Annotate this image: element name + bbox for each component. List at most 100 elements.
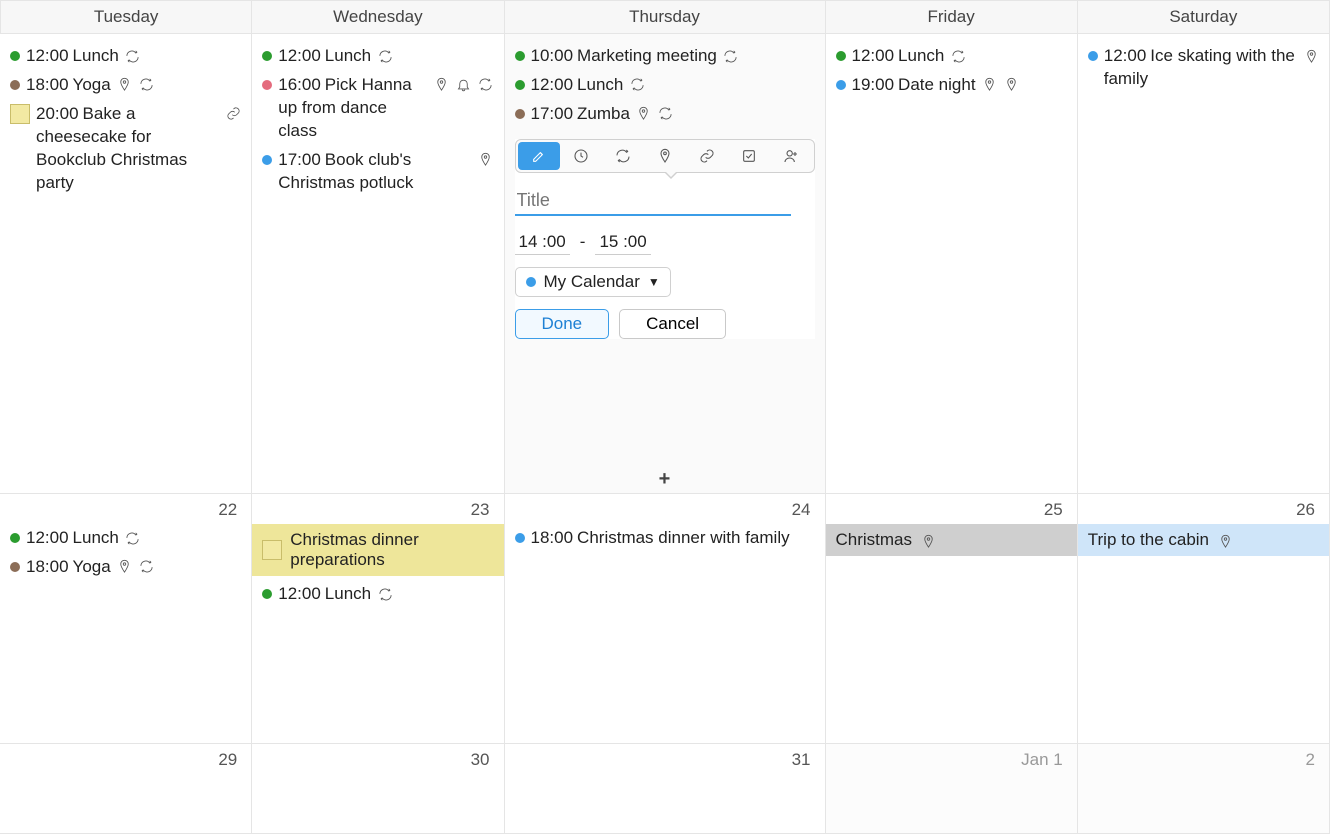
day-cell[interactable]: Jan 1 xyxy=(826,744,1078,834)
repeat-icon xyxy=(377,48,393,64)
day-cell[interactable]: 30 xyxy=(252,744,504,834)
pin-icon xyxy=(1004,77,1020,93)
day-cell[interactable]: 12:00Lunch 16:00Pick Hanna up from dance … xyxy=(252,34,504,494)
event-title-input[interactable] xyxy=(515,187,791,216)
event-text: 10:00Marketing meeting xyxy=(531,45,717,68)
event-dot-icon xyxy=(10,51,20,61)
repeat-icon xyxy=(658,106,674,122)
day-cell[interactable]: 26Trip to the cabin xyxy=(1078,494,1330,744)
repeat-icon xyxy=(723,48,739,64)
pin-icon xyxy=(434,77,450,93)
calendar-event[interactable]: 20:00Bake a cheesecake for Bookclub Chri… xyxy=(10,100,241,198)
new-event-popup: 14 :00 - 15 :00 My Calendar ▼ Done Cance… xyxy=(515,139,815,339)
day-number: 24 xyxy=(792,500,811,520)
day-cell[interactable]: 12:00Lunch18:00Yoga 20:00Bake a cheesecak… xyxy=(0,34,252,494)
repeat-icon xyxy=(629,77,645,93)
header-thursday: Thursday xyxy=(505,0,826,34)
all-day-event[interactable]: Christmas xyxy=(826,524,1077,556)
day-number: Jan 1 xyxy=(1021,750,1063,770)
calendar-event[interactable]: 19:00Date night xyxy=(836,71,1067,100)
repeat-icon xyxy=(478,77,494,93)
calendar-event[interactable]: 18:00Yoga xyxy=(10,71,241,100)
end-time-input[interactable]: 15 :00 xyxy=(595,230,650,255)
calendar-event[interactable]: 17:00Book club's Christmas potluck xyxy=(262,146,493,198)
day-cell[interactable]: 2418:00Christmas dinner with family xyxy=(505,494,826,744)
event-dot-icon xyxy=(515,80,525,90)
calendar-event[interactable]: 12:00Lunch xyxy=(836,42,1067,71)
calendar-event[interactable]: 12:00Ice skating with the family xyxy=(1088,42,1319,94)
event-dot-icon xyxy=(1088,51,1098,61)
repeat-icon xyxy=(950,48,966,64)
event-dot-icon xyxy=(262,155,272,165)
pin-icon xyxy=(117,77,133,93)
tab-repeat-button[interactable] xyxy=(602,142,644,170)
tab-link-button[interactable] xyxy=(686,142,728,170)
header-saturday: Saturday xyxy=(1078,0,1330,34)
calendar-dot-icon xyxy=(526,277,536,287)
tab-time-button[interactable] xyxy=(560,142,602,170)
tab-title-button[interactable] xyxy=(518,142,560,170)
calendar-select-label: My Calendar xyxy=(544,272,640,292)
event-text: 12:00Lunch xyxy=(278,45,371,68)
event-dot-icon xyxy=(10,533,20,543)
event-text: 12:00Lunch xyxy=(26,527,119,550)
day-cell[interactable]: 25Christmas xyxy=(826,494,1078,744)
calendar-event[interactable]: 18:00Yoga xyxy=(10,553,241,582)
done-button[interactable]: Done xyxy=(515,309,610,339)
event-dot-icon xyxy=(836,80,846,90)
event-dot-icon xyxy=(515,51,525,61)
calendar-event[interactable]: 17:00Zumba xyxy=(515,100,815,129)
event-text: 17:00Book club's Christmas potluck xyxy=(278,149,471,195)
calendar-grid: Tuesday Wednesday Thursday Friday Saturd… xyxy=(0,0,1330,834)
day-cell[interactable]: 12:00Lunch19:00Date night xyxy=(826,34,1078,494)
pin-icon xyxy=(478,152,494,168)
day-cell[interactable]: 12:00Ice skating with the family xyxy=(1078,34,1330,494)
day-cell-active[interactable]: 10:00Marketing meeting 12:00Lunch 17:00Zum… xyxy=(505,34,826,494)
repeat-icon xyxy=(125,48,141,64)
tab-task-button[interactable] xyxy=(728,142,770,170)
add-event-button[interactable]: + xyxy=(505,468,825,491)
day-number: 30 xyxy=(471,750,490,770)
tab-location-button[interactable] xyxy=(644,142,686,170)
calendar-event[interactable]: 12:00Lunch xyxy=(10,524,241,553)
tab-attendee-button[interactable] xyxy=(770,142,812,170)
calendar-event[interactable]: 16:00Pick Hanna up from dance class xyxy=(262,71,493,146)
header-friday: Friday xyxy=(826,0,1078,34)
day-number: 2 xyxy=(1306,750,1315,770)
pin-icon xyxy=(636,106,652,122)
event-text: 18:00Christmas dinner with family xyxy=(531,527,790,550)
day-cell[interactable]: 23 Christmas dinner preparations 12:00Lunc… xyxy=(252,494,504,744)
event-text: 17:00Zumba xyxy=(531,103,630,126)
cancel-button[interactable]: Cancel xyxy=(619,309,726,339)
event-text: 20:00Bake a cheesecake for Bookclub Chri… xyxy=(36,103,219,195)
day-cell[interactable]: 29 xyxy=(0,744,252,834)
day-number: 23 xyxy=(471,500,490,520)
event-text: 16:00Pick Hanna up from dance class xyxy=(278,74,427,143)
calendar-event[interactable]: 18:00Christmas dinner with family xyxy=(515,524,815,553)
popup-toolbar xyxy=(515,139,815,173)
calendar-event[interactable]: 12:00Lunch xyxy=(515,71,815,100)
day-number: 22 xyxy=(218,500,237,520)
start-time-input[interactable]: 14 :00 xyxy=(515,230,570,255)
event-text: 12:00Lunch xyxy=(278,583,371,606)
calendar-select[interactable]: My Calendar ▼ xyxy=(515,267,671,297)
repeat-icon xyxy=(377,586,393,602)
task-square-icon xyxy=(262,540,282,560)
event-dot-icon xyxy=(10,80,20,90)
event-text: Christmas xyxy=(836,530,913,550)
link-icon xyxy=(225,106,241,122)
all-day-event[interactable]: Christmas dinner preparations xyxy=(252,524,503,576)
calendar-event[interactable]: 12:00Lunch xyxy=(262,580,493,609)
day-cell[interactable]: 22 12:00Lunch 18:00Yoga xyxy=(0,494,252,744)
calendar-event[interactable]: 12:00Lunch xyxy=(10,42,241,71)
pin-icon xyxy=(117,559,133,575)
day-cell[interactable]: 31 xyxy=(505,744,826,834)
day-cell[interactable]: 2 xyxy=(1078,744,1330,834)
pin-icon xyxy=(920,534,936,550)
time-separator: - xyxy=(580,232,586,252)
calendar-event[interactable]: 10:00Marketing meeting xyxy=(515,42,815,71)
pin-icon xyxy=(1217,534,1233,550)
calendar-event[interactable]: 12:00Lunch xyxy=(262,42,493,71)
all-day-event[interactable]: Trip to the cabin xyxy=(1078,524,1329,556)
pin-blank-icon xyxy=(982,77,998,93)
